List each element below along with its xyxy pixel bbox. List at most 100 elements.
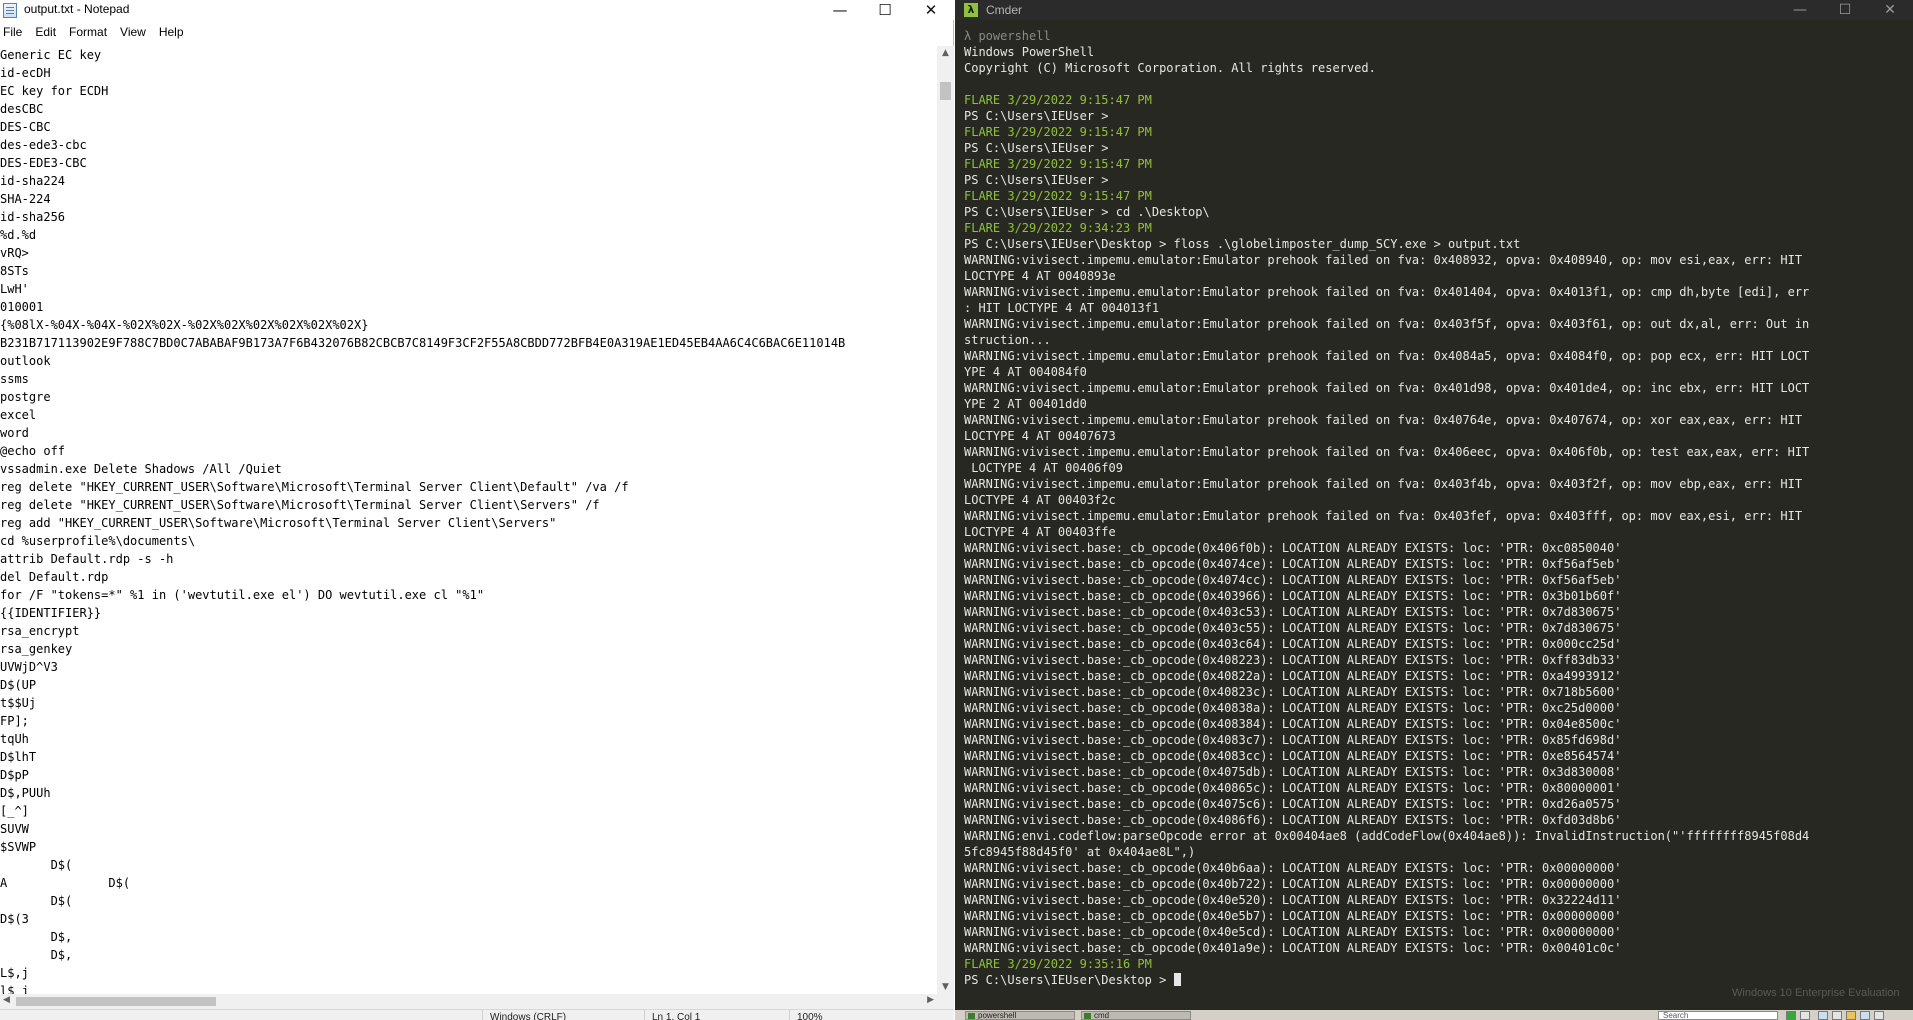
cmder-maximize-button[interactable]: ☐ — [1822, 0, 1868, 20]
status-encoding: Windows (CRLF) — [490, 1012, 567, 1020]
console-line: WARNING:vivisect.base:_cb_opcode(0x4075c… — [964, 797, 1622, 811]
text-line: excel — [0, 408, 37, 422]
tab-powershell[interactable]: powershell — [965, 1011, 1075, 1020]
settings-icon[interactable] — [1832, 1011, 1842, 1020]
scroll-left-arrow-icon[interactable]: ◀ — [3, 995, 10, 1005]
vertical-scroll-thumb[interactable] — [940, 82, 951, 100]
console-line: Windows PowerShell — [964, 45, 1095, 59]
text-line: FP]; — [0, 714, 29, 728]
console-line: PS C:\Users\IEUser > cd .\Desktop\ — [964, 205, 1210, 219]
text-line: reg delete "HKEY_CURRENT_USER\Software\M… — [0, 480, 629, 494]
text-line: vssadmin.exe Delete Shadows /All /Quiet — [0, 462, 282, 476]
console-output[interactable]: λ powershell Windows PowerShell Copyright … — [955, 28, 1913, 1006]
console-line: WARNING:vivisect.base:_cb_opcode(0x4074c… — [964, 557, 1622, 571]
windows-evaluation-watermark: Windows 10 Enterprise Evaluation — [1732, 987, 1900, 999]
text-line: {%08lX-%04X-%04X-%02X%02X-%02X%02X%02X%0… — [0, 318, 369, 332]
console-line: WARNING:vivisect.impemu.emulator:Emulato… — [964, 317, 1810, 331]
horizontal-scroll-thumb[interactable] — [16, 997, 216, 1006]
console-line: Copyright (C) Microsoft Corporation. All… — [964, 61, 1376, 75]
cmder-minimize-button[interactable]: — — [1777, 0, 1823, 20]
text-line: 010001 — [0, 300, 44, 314]
text-line: id-ecDH — [0, 66, 51, 80]
notepad-minimize-button[interactable]: — — [817, 0, 863, 20]
text-line: desCBC — [0, 102, 44, 116]
notepad-window-title: output.txt - Notepad — [24, 2, 130, 16]
console-line: WARNING:vivisect.base:_cb_opcode(0x403c5… — [964, 605, 1622, 619]
text-line: rsa_encrypt — [0, 624, 80, 638]
text-line: l$ j — [0, 984, 29, 994]
cmder-window: λ Cmder — ☐ ✕ λ powershell Windows PowerS… — [955, 0, 1913, 1020]
split-icon[interactable] — [1800, 1011, 1810, 1020]
console-line: WARNING:vivisect.base:_cb_opcode(0x4074c… — [964, 573, 1622, 587]
status-zoom: 100% — [797, 1012, 823, 1020]
text-line: 8STs — [0, 264, 29, 278]
window-icon[interactable] — [1818, 1011, 1828, 1020]
tab-cmd[interactable]: cmd — [1081, 1011, 1191, 1020]
menu-format[interactable]: Format — [64, 25, 115, 39]
text-line: rsa_genkey — [0, 642, 73, 656]
text-line: D$,PUUh — [0, 786, 51, 800]
menu-edit[interactable]: Edit — [30, 25, 64, 39]
menu-help[interactable]: Help — [154, 25, 192, 39]
menu-view[interactable]: View — [115, 25, 154, 39]
notepad-app-icon — [3, 3, 17, 18]
console-line: WARNING:vivisect.base:_cb_opcode(0x4083c… — [964, 733, 1622, 747]
text-line: cd %userprofile%\documents\ — [0, 534, 196, 548]
text-line: reg delete "HKEY_CURRENT_USER\Software\M… — [0, 498, 600, 512]
console-line: struction... — [964, 333, 1051, 347]
text-line: LwH' — [0, 282, 29, 296]
text-line: D$( — [0, 858, 73, 872]
prompt-timestamp-line: FLARE 3/29/2022 9:15:47 PM — [964, 157, 1152, 171]
text-line: %d.%d — [0, 228, 37, 242]
console-line: PS C:\Users\IEUser > — [964, 141, 1109, 155]
cmder-window-title: Cmder — [986, 3, 1023, 17]
search-input[interactable]: Search — [1658, 1011, 1778, 1020]
text-line: {{IDENTIFIER}} — [0, 606, 102, 620]
console-line: λ powershell — [964, 29, 1051, 43]
console-line: WARNING:vivisect.impemu.emulator:Emulato… — [964, 349, 1810, 363]
scroll-right-arrow-icon[interactable]: ▶ — [927, 995, 934, 1005]
console-line: WARNING:vivisect.base:_cb_opcode(0x40822… — [964, 653, 1622, 667]
notepad-maximize-button[interactable]: ☐ — [862, 0, 908, 20]
text-line: D$, — [0, 948, 73, 962]
notepad-close-button[interactable]: ✕ — [908, 0, 954, 20]
active-prompt-line[interactable]: PS C:\Users\IEUser\Desktop > — [964, 972, 1913, 988]
text-line: SHA-224 — [0, 192, 51, 206]
text-line: del Default.rdp — [0, 570, 109, 584]
text-line: D$(UP — [0, 678, 37, 692]
console-line: WARNING:vivisect.base:_cb_opcode(0x403c6… — [964, 637, 1622, 651]
scroll-down-arrow-icon[interactable]: ▼ — [937, 982, 954, 992]
cmder-titlebar[interactable]: λ Cmder — ☐ ✕ — [955, 0, 1913, 20]
notepad-statusbar: Windows (CRLF) Ln 1, Col 1 100% — [0, 1009, 954, 1020]
text-line: L$,j — [0, 966, 29, 980]
layout-icon[interactable] — [1860, 1011, 1870, 1020]
text-line: outlook — [0, 354, 51, 368]
notepad-titlebar[interactable]: output.txt - Notepad — ☐ ✕ — [0, 0, 954, 20]
new-tab-icon[interactable] — [1786, 1011, 1796, 1020]
text-line: des-ede3-cbc — [0, 138, 87, 152]
cmder-close-button[interactable]: ✕ — [1867, 0, 1913, 20]
prompt-timestamp-line: FLARE 3/29/2022 9:34:23 PM — [964, 221, 1152, 235]
console-line: WARNING:vivisect.impemu.emulator:Emulato… — [964, 445, 1810, 459]
console-line: WARNING:vivisect.impemu.emulator:Emulato… — [964, 253, 1803, 267]
lock-icon[interactable] — [1846, 1011, 1856, 1020]
menu-icon[interactable] — [1874, 1011, 1884, 1020]
tab-label: cmd — [1094, 1011, 1110, 1020]
console-line: WARNING:envi.codeflow:parseOpcode error … — [964, 829, 1810, 843]
text-line: D$(3 — [0, 912, 29, 926]
text-line: id-sha224 — [0, 174, 66, 188]
text-line: UVWjD^V3 — [0, 660, 58, 674]
notepad-window: output.txt - Notepad — ☐ ✕ File Edit For… — [0, 0, 954, 1020]
scroll-up-arrow-icon[interactable]: ▲ — [937, 48, 954, 58]
text-line: reg add "HKEY_CURRENT_USER\Software\Micr… — [0, 516, 557, 530]
text-cursor — [1173, 973, 1181, 986]
notepad-text-area[interactable]: Generic EC key id-ecDH EC key for ECDH desC… — [0, 46, 937, 994]
text-line: A D$( — [0, 876, 131, 890]
notepad-vertical-scrollbar[interactable]: ▲ ▼ — [937, 46, 954, 994]
console-line: WARNING:vivisect.impemu.emulator:Emulato… — [964, 477, 1803, 491]
status-separator — [482, 1010, 483, 1020]
console-line: LOCTYPE 4 AT 00403ffe — [964, 525, 1116, 539]
menu-file[interactable]: File — [0, 25, 30, 39]
notepad-horizontal-scrollbar[interactable]: ◀ ▶ — [0, 994, 937, 1009]
console-line: WARNING:vivisect.base:_cb_opcode(0x40e52… — [964, 893, 1622, 907]
